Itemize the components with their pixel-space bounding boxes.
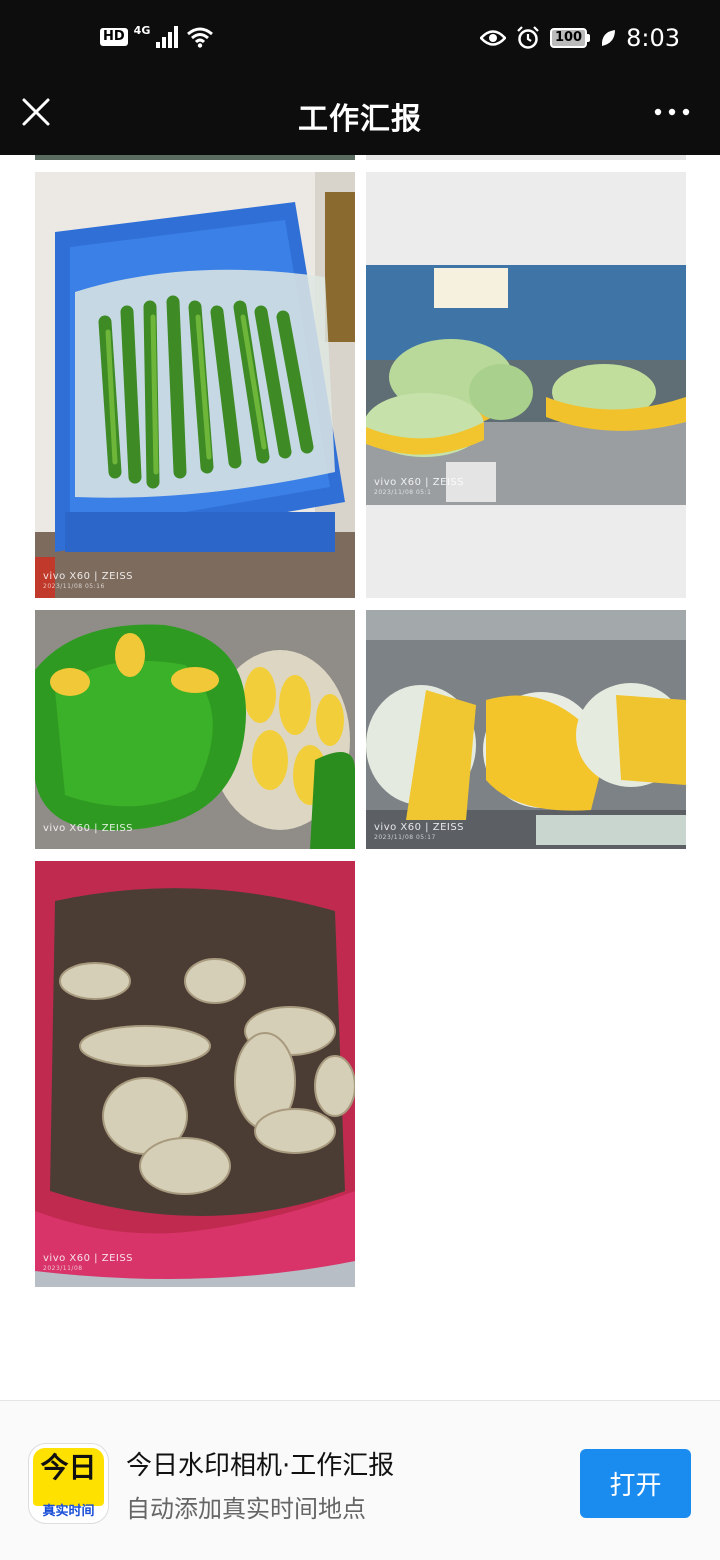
watermark-timestamp: 2023/11/08 05:1 — [374, 489, 432, 496]
wifi-icon — [187, 27, 214, 48]
photo-gallery: vivo X60 | ZEISS 2023/11/08 05:16 vivo X… — [0, 155, 720, 1400]
hd-badge: HD — [100, 28, 128, 46]
battery-level: 100 — [549, 28, 588, 48]
alarm-icon — [517, 26, 539, 49]
network-type: 4G — [133, 23, 151, 37]
more-icon[interactable] — [652, 102, 692, 122]
app-icon-caption: 真实时间 — [42, 1504, 95, 1519]
app-icon-label: 今日 — [40, 1451, 97, 1484]
photo-lettuce-counter[interactable]: vivo X60 | ZEISS 2023/11/08 05:1 — [366, 172, 686, 598]
status-left: HD 4G — [100, 23, 214, 48]
status-bar: HD 4G 100 8:03 — [0, 0, 720, 80]
app-icon[interactable]: 今日 真实时间 — [28, 1443, 109, 1524]
watermark-camera: vivo X60 | ZEISS — [43, 823, 134, 834]
photo-watermark: vivo X60 | ZEISS 2023/11/08 — [43, 1253, 133, 1272]
battery-indicator: 100 — [549, 28, 591, 48]
photo-corn-bags[interactable]: vivo X60 | ZEISS — [35, 610, 355, 849]
nav-bar: 工作汇报 — [0, 80, 720, 155]
watermark-timestamp: 2023/11/08 05:17 — [374, 834, 436, 841]
ginger-image — [35, 861, 355, 1287]
app-name: 今日水印相机·工作汇报 — [126, 1451, 395, 1481]
peppers-image — [35, 172, 355, 598]
watermark-camera: vivo X60 | ZEISS — [43, 571, 134, 582]
bokchoy-image — [366, 610, 686, 849]
watermark-timestamp: 2023/11/08 — [43, 1265, 83, 1272]
watermark-camera: vivo X60 | ZEISS — [374, 477, 465, 488]
corn-image — [35, 610, 355, 849]
battery-tip — [587, 34, 591, 42]
photo-watermark: vivo X60 | ZEISS 2023/11/08 05:16 — [43, 571, 133, 590]
page-title: 工作汇报 — [298, 102, 422, 137]
photo-green-peppers[interactable]: vivo X60 | ZEISS 2023/11/08 05:16 — [35, 172, 355, 598]
app-promo-banner: 今日 真实时间 今日水印相机·工作汇报 自动添加真实时间地点 打开 — [0, 1400, 720, 1560]
photo-ginger-bag[interactable]: vivo X60 | ZEISS 2023/11/08 — [35, 861, 355, 1287]
signal-icon — [156, 26, 179, 48]
watermark-timestamp: 2023/11/08 05:16 — [43, 583, 105, 590]
leaf-icon — [602, 30, 616, 46]
photo-watermark: vivo X60 | ZEISS — [43, 823, 133, 835]
photo-partial-right[interactable] — [366, 155, 686, 160]
lettuce-image — [366, 172, 686, 598]
status-right: 100 8:03 — [479, 24, 680, 52]
clock-time: 8:03 — [626, 24, 680, 52]
open-button[interactable]: 打开 — [580, 1449, 691, 1518]
watermark-camera: vivo X60 | ZEISS — [43, 1253, 134, 1264]
app-description: 自动添加真实时间地点 — [126, 1495, 366, 1523]
photo-watermark: vivo X60 | ZEISS 2023/11/08 05:1 — [374, 477, 464, 496]
watermark-camera: vivo X60 | ZEISS — [374, 822, 465, 833]
photo-bokchoy-shelf[interactable]: vivo X60 | ZEISS 2023/11/08 05:17 — [366, 610, 686, 849]
eye-icon — [479, 30, 506, 46]
app-icon-camera: 今日 — [33, 1448, 104, 1506]
photo-watermark: vivo X60 | ZEISS 2023/11/08 05:17 — [374, 822, 464, 841]
photo-partial-left[interactable] — [35, 155, 355, 160]
